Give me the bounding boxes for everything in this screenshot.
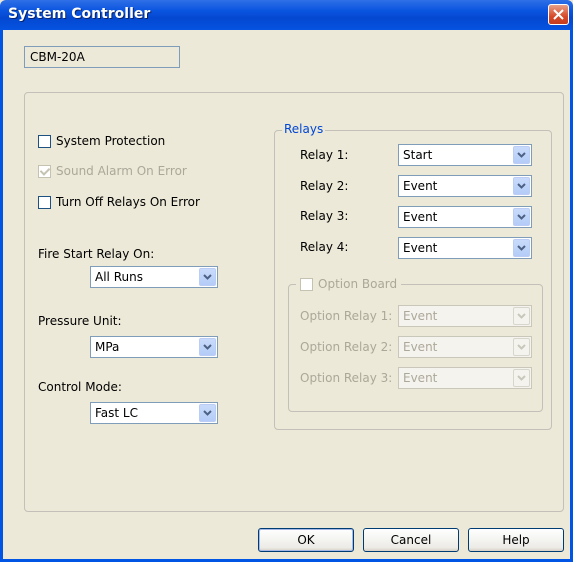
control-mode-select[interactable]: Fast LC xyxy=(90,402,218,424)
option-board-checkbox xyxy=(300,277,313,291)
fire-start-label: Fire Start Relay On: xyxy=(38,247,155,261)
system-protection-label: System Protection xyxy=(56,134,166,148)
turn-off-relays-option[interactable]: Turn Off Relays On Error xyxy=(38,193,200,211)
title-bar[interactable]: System Controller xyxy=(0,0,573,30)
turn-off-relays-label: Turn Off Relays On Error xyxy=(56,195,200,209)
sound-alarm-option: Sound Alarm On Error xyxy=(38,162,187,180)
relay-3-select[interactable]: Event xyxy=(398,206,532,228)
sound-alarm-checkbox xyxy=(38,164,51,178)
relay-3-value: Event xyxy=(403,210,438,224)
window-frame-left xyxy=(0,30,3,562)
option-relay-1-dropdown-button xyxy=(513,307,530,325)
chevron-down-icon xyxy=(517,375,526,381)
relay-4-label: Relay 4: xyxy=(300,240,349,254)
control-mode-value: Fast LC xyxy=(95,406,138,420)
device-name-field: CBM-20A xyxy=(24,46,180,68)
control-mode-dropdown-button[interactable] xyxy=(199,404,216,422)
option-relay-3-select: Event xyxy=(398,367,532,389)
fire-start-value: All Runs xyxy=(95,270,143,284)
option-board-option: Option Board xyxy=(296,275,402,293)
option-relay-3-value: Event xyxy=(403,371,438,385)
relay-1-value: Start xyxy=(403,148,433,162)
control-mode-label: Control Mode: xyxy=(38,380,122,394)
system-protection-option[interactable]: System Protection xyxy=(38,132,165,150)
fire-start-dropdown-button[interactable] xyxy=(199,268,216,286)
relay-1-select[interactable]: Start xyxy=(398,144,532,166)
pressure-unit-label: Pressure Unit: xyxy=(38,314,122,328)
pressure-unit-value: MPa xyxy=(95,340,120,354)
relay-2-select[interactable]: Event xyxy=(398,175,532,197)
relay-3-label: Relay 3: xyxy=(300,209,349,223)
close-icon xyxy=(553,9,564,20)
sound-alarm-label: Sound Alarm On Error xyxy=(56,164,187,178)
ok-button[interactable]: OK xyxy=(258,528,354,552)
chevron-down-icon xyxy=(517,152,526,158)
relay-1-label: Relay 1: xyxy=(300,148,349,162)
chevron-down-icon xyxy=(517,214,526,220)
chevron-down-icon xyxy=(517,245,526,251)
relay-3-dropdown-button[interactable] xyxy=(513,208,530,226)
relay-1-dropdown-button[interactable] xyxy=(513,146,530,164)
pressure-unit-select[interactable]: MPa xyxy=(90,336,218,358)
option-board-label: Option Board xyxy=(318,277,398,291)
option-relay-2-value: Event xyxy=(403,340,438,354)
chevron-down-icon xyxy=(517,183,526,189)
chevron-down-icon xyxy=(203,410,212,416)
relay-2-label: Relay 2: xyxy=(300,179,349,193)
cancel-button[interactable]: Cancel xyxy=(363,528,459,552)
option-relay-3-label: Option Relay 3: xyxy=(300,371,393,385)
chevron-down-icon xyxy=(517,313,526,319)
chevron-down-icon xyxy=(203,274,212,280)
help-button[interactable]: Help xyxy=(468,528,564,552)
window-title: System Controller xyxy=(8,6,151,22)
chevron-down-icon xyxy=(203,344,212,350)
option-relay-2-dropdown-button xyxy=(513,338,530,356)
option-relay-1-label: Option Relay 1: xyxy=(300,309,393,323)
option-relay-2-select: Event xyxy=(398,336,532,358)
relay-2-dropdown-button[interactable] xyxy=(513,177,530,195)
device-name: CBM-20A xyxy=(30,50,85,64)
turn-off-relays-checkbox[interactable] xyxy=(38,195,51,209)
relay-4-dropdown-button[interactable] xyxy=(513,239,530,257)
option-relay-1-value: Event xyxy=(403,309,438,323)
fire-start-select[interactable]: All Runs xyxy=(90,266,218,288)
system-controller-dialog: System Controller CBM-20A System Protect… xyxy=(0,0,573,562)
system-protection-checkbox[interactable] xyxy=(38,134,51,148)
relays-group-title: Relays xyxy=(282,122,326,136)
relay-4-select[interactable]: Event xyxy=(398,237,532,259)
close-button[interactable] xyxy=(548,4,569,25)
chevron-down-icon xyxy=(517,344,526,350)
relay-4-value: Event xyxy=(403,241,438,255)
relay-2-value: Event xyxy=(403,179,438,193)
pressure-unit-dropdown-button[interactable] xyxy=(199,338,216,356)
option-relay-2-label: Option Relay 2: xyxy=(300,340,393,354)
option-relay-3-dropdown-button xyxy=(513,369,530,387)
option-relay-1-select: Event xyxy=(398,305,532,327)
